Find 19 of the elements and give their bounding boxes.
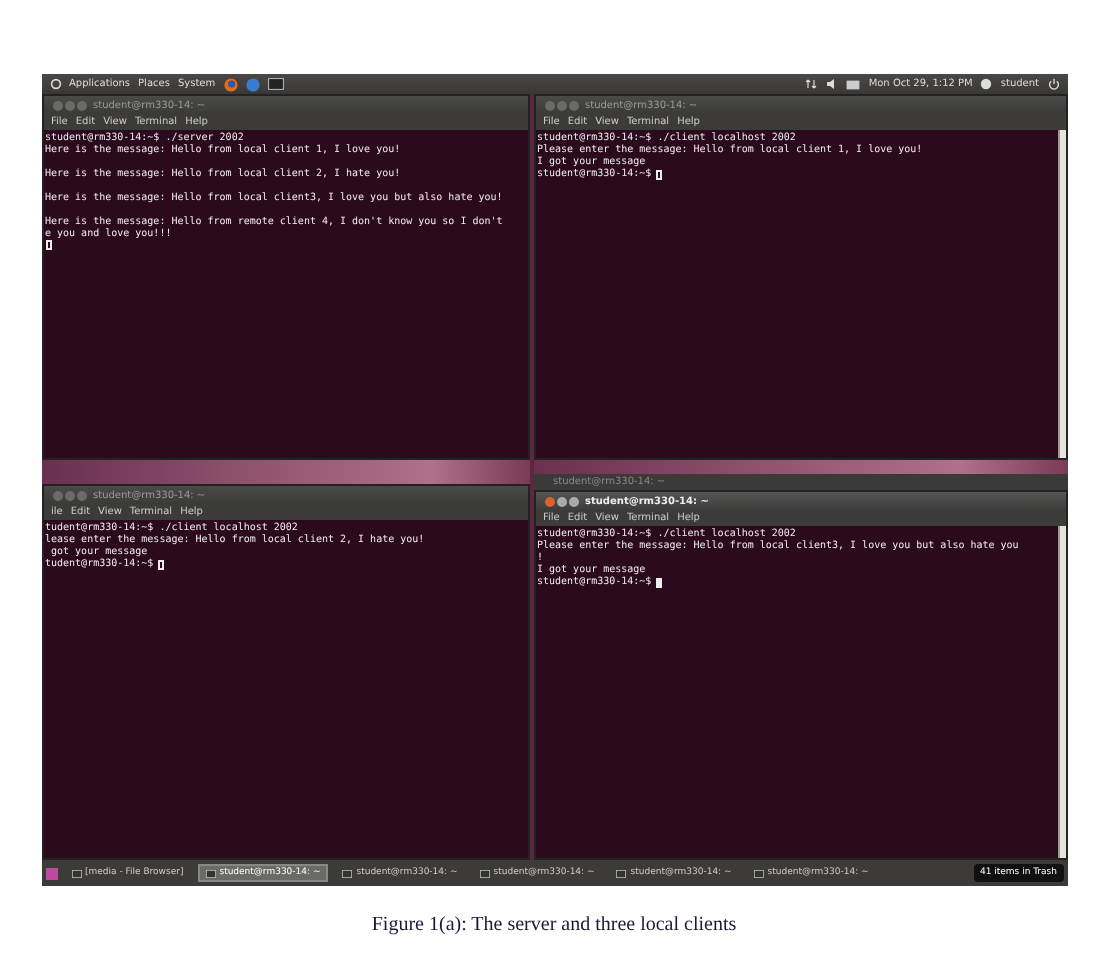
window-icon (71, 869, 81, 877)
scrollbar[interactable] (1057, 526, 1065, 858)
mail-icon[interactable] (846, 79, 861, 89)
window-icon (479, 869, 490, 877)
browser-icon[interactable] (223, 77, 238, 91)
window-icon (342, 869, 353, 877)
show-desktop-icon[interactable] (45, 867, 57, 879)
network-icon[interactable] (806, 78, 819, 90)
window-icon (205, 869, 216, 877)
user-icon[interactable] (980, 78, 993, 90)
window-icon (616, 869, 627, 877)
power-icon[interactable] (1047, 78, 1059, 90)
window-icon (753, 869, 764, 877)
figure-caption: Figure 1(a): The server and three local clients (371, 914, 737, 936)
scrollbar[interactable] (1057, 130, 1065, 458)
speaker-icon[interactable] (826, 78, 839, 90)
window-controls-icon[interactable] (543, 495, 579, 507)
terminal-icon[interactable] (267, 78, 284, 90)
help-icon[interactable] (245, 77, 260, 91)
